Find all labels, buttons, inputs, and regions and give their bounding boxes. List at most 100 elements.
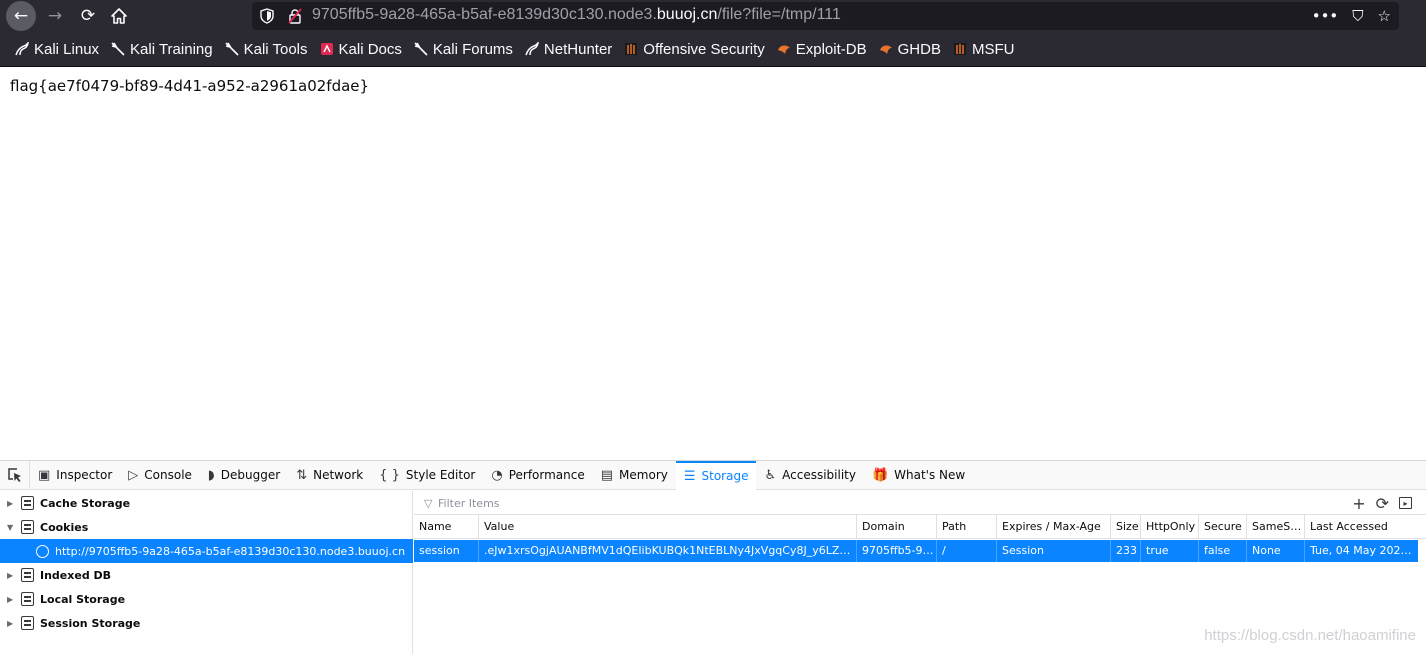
bookmark-msfu[interactable]: MSFU: [953, 41, 1014, 58]
tree-item-cache-storage[interactable]: ▶ Cache Storage: [0, 491, 413, 515]
console-icon: ▷: [128, 467, 139, 483]
expand-arrow-icon[interactable]: ▶: [7, 595, 17, 604]
tree-item-indexed-db[interactable]: ▶ Indexed DB: [0, 563, 413, 587]
storage-icon: ☰: [683, 468, 696, 484]
cell-size[interactable]: 233: [1110, 540, 1140, 562]
shield-icon[interactable]: [260, 8, 274, 24]
tab-inspector[interactable]: ▣ Inspector: [30, 461, 120, 490]
insecure-lock-icon[interactable]: [288, 8, 302, 24]
tab-whats-new[interactable]: 🎁 What's New: [864, 461, 973, 490]
tree-item-cookies[interactable]: ▼ Cookies: [0, 515, 413, 539]
nethunter-icon: [525, 42, 539, 56]
debugger-icon: ◗: [207, 467, 215, 483]
forward-button[interactable]: →: [40, 1, 70, 31]
back-button[interactable]: ←: [6, 1, 36, 31]
arrow-left-icon: ←: [13, 6, 29, 26]
column-header-domain[interactable]: Domain: [856, 515, 936, 539]
bookmark-nethunter[interactable]: NetHunter: [525, 41, 612, 58]
column-header-size[interactable]: Size: [1110, 515, 1140, 539]
table-actions: + ⟳ ▸: [1352, 491, 1412, 515]
table-row[interactable]: session .eJw1xrsOgjAUANBfMV1dQEIibKUBQk1…: [414, 540, 1418, 562]
url-host: buuoj.cn: [656, 6, 718, 23]
database-icon: [21, 616, 34, 630]
column-header-expires[interactable]: Expires / Max-Age: [996, 515, 1110, 539]
tree-item-local-storage[interactable]: ▶ Local Storage: [0, 587, 413, 611]
url-actions: ••• ⛉ ☆: [1312, 2, 1391, 30]
filter-items-input[interactable]: [422, 495, 1322, 511]
tab-memory[interactable]: ▤ Memory: [593, 461, 676, 490]
element-picker-button[interactable]: [0, 460, 30, 490]
tree-item-cookie-host[interactable]: http://9705ffb5-9a28-465a-b5af-e8139d30c…: [0, 539, 413, 563]
bookmark-ghdb[interactable]: GHDB: [879, 41, 941, 58]
expand-arrow-icon[interactable]: ▶: [7, 499, 17, 508]
watermark: https://blog.csdn.net/haoamifine: [1204, 627, 1416, 644]
pick-element-icon: [7, 468, 21, 482]
column-header-value[interactable]: Value: [478, 515, 856, 539]
database-icon: [21, 568, 34, 582]
database-icon: [21, 520, 34, 534]
accessibility-icon: ♿: [764, 467, 777, 483]
home-button[interactable]: [104, 1, 134, 31]
expand-arrow-icon[interactable]: ▶: [7, 571, 17, 580]
collapse-arrow-icon[interactable]: ▼: [7, 523, 17, 532]
browser-window: ← → ⟳ 9705ffb5-9a28-465a-b5af-e8139d30c1…: [0, 0, 1426, 654]
tab-debugger[interactable]: ◗ Debugger: [200, 461, 288, 490]
cell-value[interactable]: .eJw1xrsOgjAUANBfMV1dQEIibKUBQk1NtEBLNy4…: [478, 540, 856, 562]
pocket-icon[interactable]: ⛉: [1352, 7, 1363, 25]
bookmark-kali-training[interactable]: Kali Training: [111, 41, 213, 58]
devtools-panel: ▣ Inspector ▷ Console ◗ Debugger ⇅ Network {…: [0, 460, 1426, 654]
cell-domain[interactable]: 9705ffb5-9a...: [856, 540, 936, 562]
column-header-httponly[interactable]: HttpOnly: [1140, 515, 1198, 539]
bookmark-kali-docs[interactable]: Kali Docs: [320, 41, 402, 58]
tab-style-editor[interactable]: { } Style Editor: [371, 461, 483, 490]
globe-icon: [36, 544, 49, 558]
flag-text: flag{ae7f0479-bf89-4d41-a952-a2961a02fda…: [10, 77, 370, 95]
cell-secure[interactable]: false: [1198, 540, 1246, 562]
cell-path[interactable]: /: [936, 540, 996, 562]
cell-samesite[interactable]: None: [1246, 540, 1304, 562]
tab-console[interactable]: ▷ Console: [120, 461, 200, 490]
column-header-secure[interactable]: Secure: [1198, 515, 1246, 539]
url-subdomain: 9705ffb5-9a28-465a-b5af-e8139d30c130.nod…: [312, 6, 657, 23]
cell-expires[interactable]: Session: [996, 540, 1110, 562]
storage-tree: ▶ Cache Storage ▼ Cookies http://9705ffb…: [0, 491, 413, 654]
bookmark-kali-linux[interactable]: Kali Linux: [15, 41, 99, 58]
tab-network[interactable]: ⇅ Network: [288, 461, 371, 490]
table-scrollbar[interactable]: [1418, 539, 1426, 654]
url-path: /file?file=/tmp/111: [717, 6, 841, 23]
offsec-icon: [625, 43, 638, 55]
column-header-last-accessed[interactable]: Last Accessed: [1304, 515, 1418, 539]
bookmark-kali-forums[interactable]: Kali Forums: [414, 41, 513, 58]
bookmark-offensive-security[interactable]: Offensive Security: [624, 41, 765, 58]
tab-storage[interactable]: ☰ Storage: [675, 460, 757, 490]
kali-dragon-icon: [111, 42, 125, 56]
table-header: Name Value Domain Path Expires / Max-Age…: [414, 515, 1426, 539]
add-item-icon[interactable]: +: [1352, 494, 1365, 513]
tree-item-session-storage[interactable]: ▶ Session Storage: [0, 611, 413, 635]
bookmark-exploit-db[interactable]: Exploit-DB: [777, 41, 867, 58]
navigation-toolbar: ← → ⟳ 9705ffb5-9a28-465a-b5af-e8139d30c1…: [0, 0, 1426, 32]
style-editor-icon: { }: [379, 467, 400, 483]
cell-last-accessed[interactable]: Tue, 04 May 2021 0...: [1304, 540, 1418, 562]
column-header-name[interactable]: Name: [414, 515, 478, 539]
kali-dragon-icon: [225, 42, 239, 56]
reload-button[interactable]: ⟳: [73, 1, 103, 31]
tab-performance[interactable]: ◔ Performance: [483, 461, 592, 490]
cell-httponly[interactable]: true: [1140, 540, 1198, 562]
address-bar[interactable]: 9705ffb5-9a28-465a-b5af-e8139d30c130.nod…: [252, 2, 1399, 30]
cell-name[interactable]: session: [414, 540, 478, 562]
msfu-icon: [953, 43, 966, 55]
filter-bar: ▽ + ⟳ ▸: [414, 491, 1426, 515]
refresh-icon[interactable]: ⟳: [1376, 494, 1389, 513]
bookmark-star-icon[interactable]: ☆: [1378, 7, 1391, 25]
page-actions-icon[interactable]: •••: [1312, 7, 1339, 25]
column-header-path[interactable]: Path: [936, 515, 996, 539]
bookmark-kali-tools[interactable]: Kali Tools: [225, 41, 308, 58]
expand-arrow-icon[interactable]: ▶: [7, 619, 17, 628]
tab-accessibility[interactable]: ♿ Accessibility: [756, 461, 864, 490]
toggle-sidebar-icon[interactable]: ▸: [1399, 497, 1412, 509]
kali-dragon-icon: [15, 42, 29, 56]
url-text[interactable]: 9705ffb5-9a28-465a-b5af-e8139d30c130.nod…: [312, 6, 841, 24]
kali-docs-icon: [320, 43, 333, 55]
column-header-samesite[interactable]: SameSite: [1246, 515, 1304, 539]
